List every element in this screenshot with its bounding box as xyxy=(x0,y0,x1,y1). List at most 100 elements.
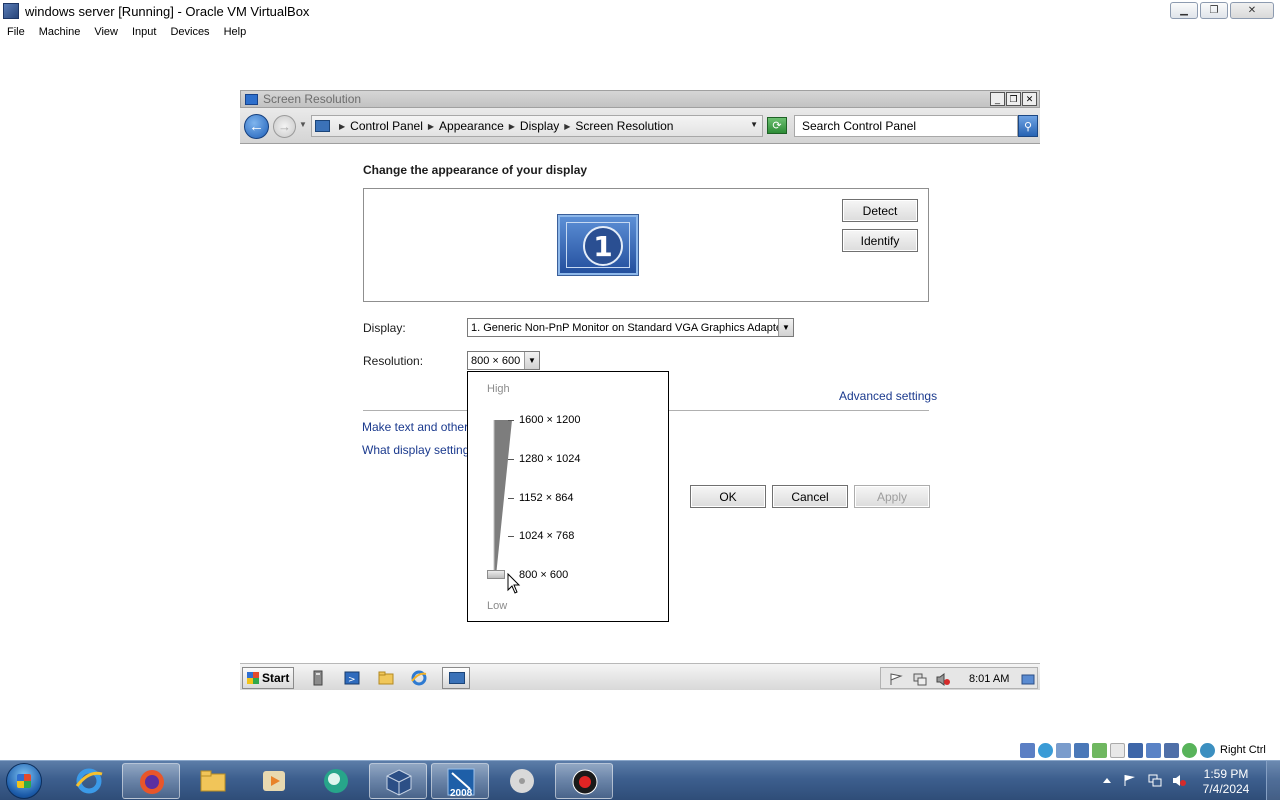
monitor-1-icon[interactable]: 1 xyxy=(558,215,638,275)
cancel-button[interactable]: Cancel xyxy=(772,485,848,508)
taskbar-internet-explorer[interactable] xyxy=(60,763,118,799)
taskbar-screen-resolution-window[interactable] xyxy=(442,667,470,689)
show-desktop-button[interactable] xyxy=(1266,761,1280,800)
guest-minimize-button[interactable]: _ xyxy=(990,92,1005,106)
resolution-slider-thumb[interactable] xyxy=(487,570,505,579)
text-size-link[interactable]: Make text and other i xyxy=(362,420,474,434)
address-bar[interactable]: ▶ Control Panel ▶ Appearance ▶ Display ▶… xyxy=(311,115,763,137)
menu-view[interactable]: View xyxy=(87,26,125,38)
breadcrumb-separator-icon[interactable]: ▶ xyxy=(509,122,515,131)
resolution-option[interactable]: 1024 × 768 xyxy=(519,530,574,542)
recent-pages-dropdown[interactable]: ▼ xyxy=(299,120,307,129)
display-select[interactable]: 1. Generic Non-PnP Monitor on Standard V… xyxy=(467,318,794,337)
taskbar-screen-recorder[interactable] xyxy=(555,763,613,799)
virtualbox-icon xyxy=(386,769,412,796)
mouse-integration-icon[interactable] xyxy=(1182,742,1197,758)
restore-button[interactable]: ❐ xyxy=(1200,2,1228,19)
breadcrumb-appearance[interactable]: Appearance xyxy=(439,119,504,133)
server-manager-icon[interactable] xyxy=(310,669,328,687)
display-settings-icon xyxy=(245,93,258,105)
cpu-icon[interactable] xyxy=(1164,742,1179,758)
start-button[interactable]: Start xyxy=(242,667,294,689)
close-button[interactable]: ✕ xyxy=(1230,2,1274,19)
guest-window-title: Screen Resolution xyxy=(263,92,362,106)
taskbar-browser[interactable] xyxy=(307,763,365,799)
monitor-number: 1 xyxy=(583,226,623,266)
guest-clock[interactable]: 8:01 AM xyxy=(969,673,1009,685)
taskbar-media-player[interactable] xyxy=(245,763,303,799)
shared-folders-icon[interactable] xyxy=(1110,742,1125,758)
menu-file[interactable]: File xyxy=(0,26,32,38)
volume-muted-icon[interactable] xyxy=(936,673,950,686)
taskbar-file-explorer[interactable] xyxy=(184,763,242,799)
folder-icon[interactable] xyxy=(377,669,395,687)
host-clock[interactable]: 1:59 PM 7/4/2024 xyxy=(1196,767,1256,797)
network-icon[interactable] xyxy=(913,673,927,686)
action-center-flag-icon[interactable] xyxy=(1123,774,1137,787)
breadcrumb-separator-icon[interactable]: ▶ xyxy=(564,122,570,131)
taskbar-app-2008[interactable]: 2008 xyxy=(431,763,489,799)
advanced-settings-link[interactable]: Advanced settings xyxy=(839,389,937,403)
forward-button[interactable]: → xyxy=(273,115,296,138)
display-settings-help-link[interactable]: What display settings xyxy=(362,443,475,457)
guest-close-button[interactable]: ✕ xyxy=(1022,92,1037,106)
resolution-select[interactable]: 800 × 600 ▼ xyxy=(467,351,540,370)
keyboard-icon[interactable] xyxy=(1200,742,1215,758)
menu-devices[interactable]: Devices xyxy=(163,26,216,38)
vm-screen[interactable]: Screen Resolution _ ❐ ✕ ← → ▼ ▶ Control … xyxy=(240,90,1040,690)
guest-restore-button[interactable]: ❐ xyxy=(1006,92,1021,106)
network-icon[interactable] xyxy=(1074,742,1089,758)
hard-disk-icon[interactable] xyxy=(1020,742,1035,758)
identify-button[interactable]: Identify xyxy=(842,229,918,252)
windows-logo-icon xyxy=(17,774,31,788)
breadcrumb-separator-icon[interactable]: ▶ xyxy=(428,122,434,131)
internet-explorer-icon xyxy=(75,768,103,794)
slider-low-label: Low xyxy=(487,600,508,612)
breadcrumb-control-panel[interactable]: Control Panel xyxy=(350,119,423,133)
show-hidden-icons-icon[interactable] xyxy=(1100,774,1114,787)
display-icon[interactable] xyxy=(1128,742,1143,758)
guest-window-controls: _ ❐ ✕ xyxy=(990,92,1037,106)
search-input[interactable]: Search Control Panel xyxy=(794,115,1018,137)
back-button[interactable]: ← xyxy=(244,114,269,139)
resolution-option[interactable]: 1280 × 1024 xyxy=(519,453,580,465)
resolution-slider-popup[interactable]: High 1600 × 1200 1280 × 1024 1152 × 864 … xyxy=(467,371,669,622)
host-start-button[interactable] xyxy=(6,763,42,799)
resolution-option[interactable]: 1152 × 864 xyxy=(519,492,574,504)
optical-drive-icon[interactable] xyxy=(1038,742,1053,758)
taskbar-firefox[interactable] xyxy=(122,763,180,799)
resolution-option-selected[interactable]: 800 × 600 xyxy=(519,569,568,581)
volume-muted-icon[interactable] xyxy=(1172,774,1186,787)
recording-icon[interactable] xyxy=(1146,742,1161,758)
vbox-window-controls: ▁ ❐ ✕ xyxy=(1170,2,1274,19)
menu-help[interactable]: Help xyxy=(217,26,254,38)
audio-icon[interactable] xyxy=(1056,742,1071,758)
internet-explorer-icon[interactable] xyxy=(410,669,428,687)
breadcrumb-screen-resolution[interactable]: Screen Resolution xyxy=(575,119,673,133)
minimize-button[interactable]: ▁ xyxy=(1170,2,1198,19)
ok-button[interactable]: OK xyxy=(690,485,766,508)
address-dropdown-icon[interactable]: ▼ xyxy=(750,120,758,129)
restore-icon: ❐ xyxy=(1209,5,1219,16)
powershell-icon[interactable]: > xyxy=(343,669,361,687)
taskbar-virtualbox[interactable] xyxy=(369,763,427,799)
show-desktop-icon[interactable] xyxy=(1021,673,1035,686)
browser-icon xyxy=(324,769,348,793)
windows-logo-icon xyxy=(247,672,259,684)
resolution-option[interactable]: 1600 × 1200 xyxy=(519,414,580,426)
app-2008-label: 2008 xyxy=(450,788,473,799)
search-button[interactable]: ⚲ xyxy=(1018,115,1038,137)
taskbar-disk-utility[interactable] xyxy=(493,763,551,799)
breadcrumb-display[interactable]: Display xyxy=(520,119,559,133)
resolution-label: Resolution: xyxy=(363,354,424,368)
breadcrumb-separator-icon[interactable]: ▶ xyxy=(339,122,345,131)
detect-button[interactable]: Detect xyxy=(842,199,918,222)
usb-icon[interactable] xyxy=(1092,742,1107,758)
network-icon[interactable] xyxy=(1148,774,1162,787)
minimize-icon: _ xyxy=(994,93,1000,104)
refresh-button[interactable]: ⟳ xyxy=(767,117,787,134)
menu-machine[interactable]: Machine xyxy=(32,26,88,38)
apply-button[interactable]: Apply xyxy=(854,485,930,508)
action-center-flag-icon[interactable] xyxy=(889,673,903,686)
menu-input[interactable]: Input xyxy=(125,26,163,38)
